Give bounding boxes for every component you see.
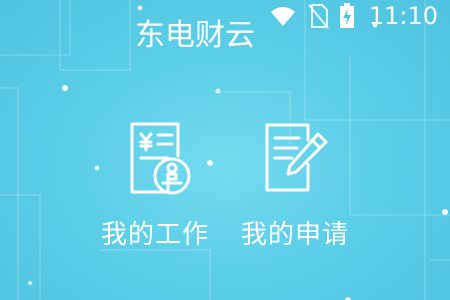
app-title: 东电财云 [135, 18, 255, 53]
my-application-label: 我的申请 [240, 220, 349, 250]
document-pen-icon [265, 123, 328, 192]
invoice-stamp-icon [130, 122, 191, 195]
my-work-label: 我的工作 [100, 220, 209, 250]
my-application-button[interactable]: 我的申请 [225, 118, 365, 251]
my-work-button[interactable]: 我的工作 [85, 118, 225, 251]
